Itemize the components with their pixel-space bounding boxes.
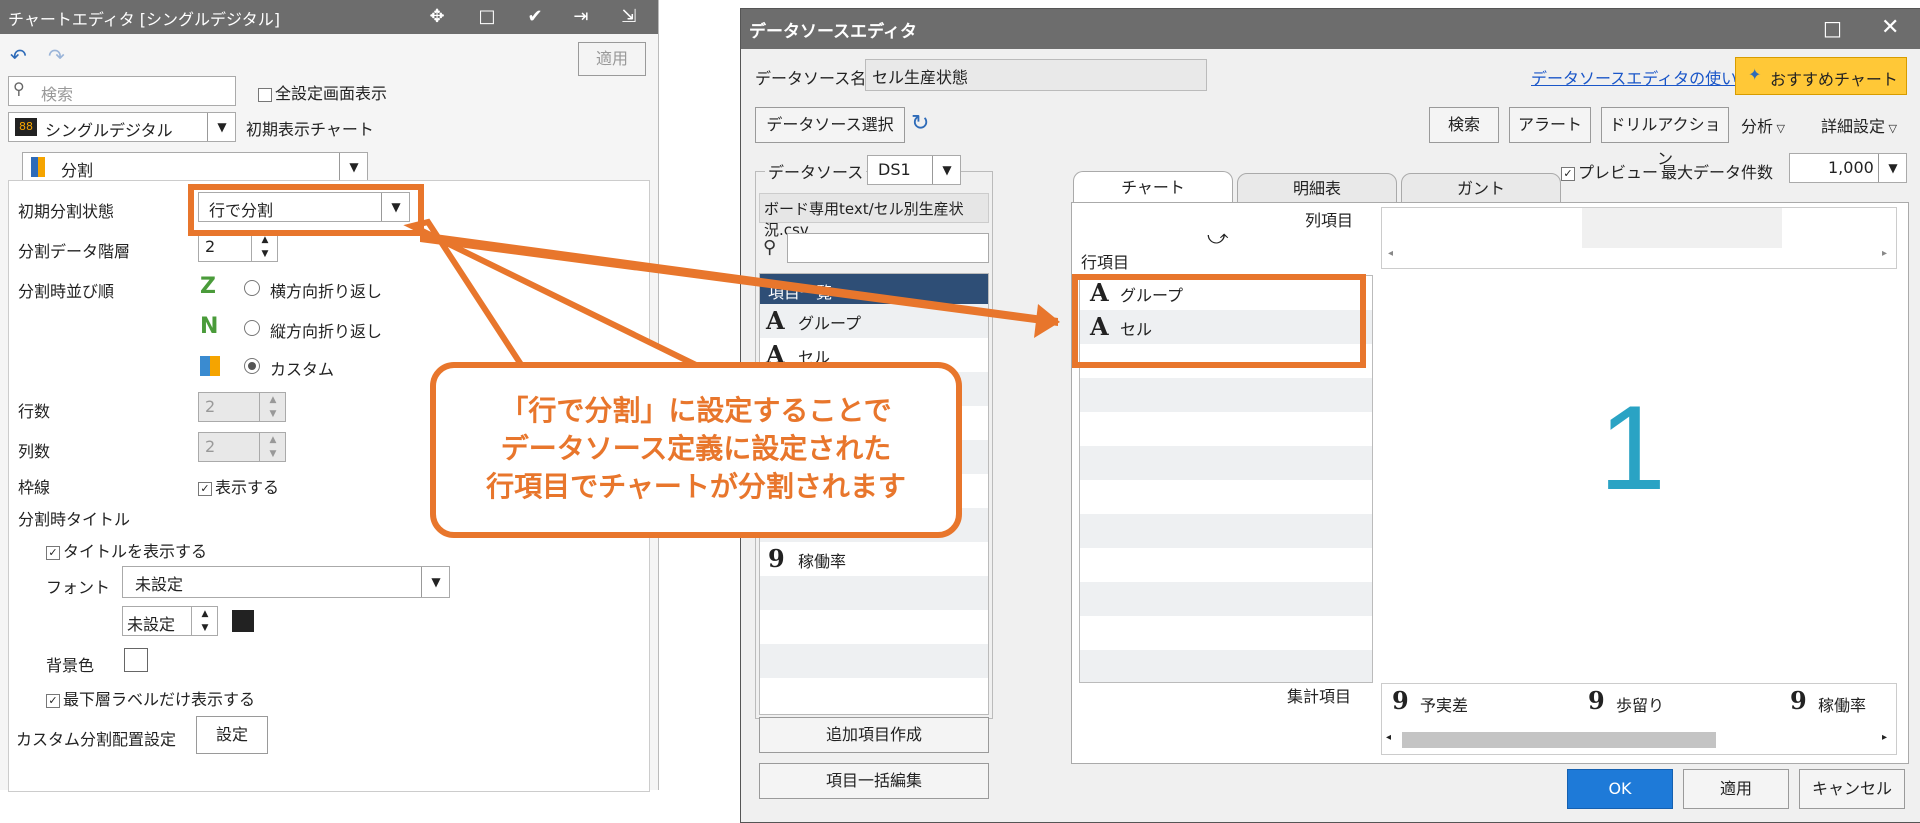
callout-line-3: 行項目でチャートが分割されます — [486, 470, 906, 503]
arrow-head — [1034, 304, 1060, 338]
callout-text: 「行で分割」に設定することで データソース定義に設定された 行項目でチャートが分… — [436, 392, 956, 506]
highlight-row-items — [1072, 274, 1366, 368]
callout-line-1: 「行で分割」に設定することで — [500, 394, 892, 427]
callout-line-2: データソース定義に設定された — [500, 432, 892, 465]
highlight-initial-split — [188, 184, 424, 236]
callout-box: 「行で分割」に設定することで データソース定義に設定された 行項目でチャートが分… — [430, 362, 962, 538]
